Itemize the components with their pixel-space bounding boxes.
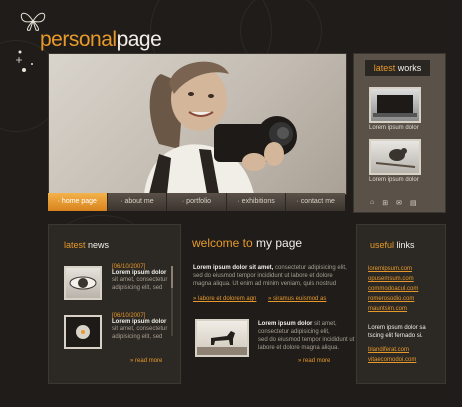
useful-links-text-2: tscing elit fernado si.: [368, 333, 423, 339]
nav-exhibitions-label: exhibitions: [241, 198, 275, 205]
latest-news-title-a: latest: [64, 240, 86, 250]
useful-links-title: useful links: [370, 240, 415, 250]
news-thumbnail-1[interactable]: [64, 266, 102, 300]
hero-photo: [48, 53, 347, 195]
welcome-paragraph-2: Lorem ipsum dolor sit amet, consectetur …: [258, 320, 356, 352]
useful-link-3[interactable]: commodoacul.com: [368, 286, 418, 296]
useful-links-text: Lorem ipsum dolor sa tscing elit fernado…: [368, 324, 426, 340]
nav-about[interactable]: · about me: [108, 193, 168, 211]
useful-links-list: loremipsum.com opusemsum.com commodoacul…: [368, 266, 418, 316]
useful-links-title-b: links: [396, 240, 415, 250]
news-read-more[interactable]: » read more: [130, 358, 162, 364]
useful-links-list-2: blandiferat.com vitaecomodoi.com: [368, 347, 416, 367]
latest-works-icons: ⌂ ⊞ ✉ ▤: [370, 199, 417, 207]
welcome-link-1-label: labore et dolorem agn: [198, 296, 257, 302]
latest-news-title: latest news: [64, 240, 109, 250]
news-thumbnail-2[interactable]: [64, 315, 102, 349]
welcome-link-2[interactable]: » siramus euismod as: [268, 296, 326, 302]
latest-works-title-b: works: [397, 63, 422, 73]
bird-image: [375, 148, 416, 168]
news-item-1: [06/10/2007] Lorem ipsum dolor sit amet,…: [112, 264, 167, 292]
eye-image: [69, 276, 97, 290]
news-item-2: [06/10/2007] Lorem ipsum dolor sit amet,…: [112, 313, 167, 341]
nav-portfolio[interactable]: · portfolio: [167, 193, 227, 211]
news-body-1a: sit amet, consectetur: [112, 277, 168, 283]
welcome-lead-line2: sed do eiusmod tempor incididunt ut labo…: [193, 273, 333, 279]
latest-news-title-b: news: [88, 240, 110, 250]
laptop-image: [373, 95, 417, 117]
page: personalpage · home page · about me · po…: [0, 0, 462, 407]
useful-link-1[interactable]: loremipsum.com: [368, 266, 418, 276]
welcome-title-a: welcome to: [192, 236, 253, 250]
welcome-p2-bold: Lorem ipsum dolor: [258, 321, 313, 327]
useful-link-4[interactable]: romerosodio.com: [368, 296, 418, 306]
welcome-lead-bold: Lorem ipsum dolor sit amet,: [193, 265, 274, 271]
latest-works-title-a: latest: [373, 63, 396, 73]
welcome-title-b: my page: [256, 236, 303, 250]
welcome-link-1[interactable]: » labore et dolorem agn: [193, 296, 256, 302]
nav-portfolio-label: portfolio: [186, 198, 212, 205]
site-logo[interactable]: personalpage: [40, 28, 162, 52]
nav-home-label: home page: [61, 198, 97, 205]
welcome-title: welcome to my page: [192, 236, 302, 250]
news-body-1b: adipisicing elit, sed: [112, 285, 163, 291]
welcome-paragraph-1: Lorem ipsum dolor sit amet, consectetur …: [193, 264, 351, 288]
useful-links-title-a: useful: [370, 240, 395, 250]
nav-contact-label: contact me: [300, 198, 335, 205]
news-scroll-thumb[interactable]: [171, 266, 173, 288]
home-icon[interactable]: ⌂: [370, 199, 374, 207]
nav-home[interactable]: · home page: [48, 193, 108, 211]
work-thumbnail-1[interactable]: [369, 87, 421, 123]
main-nav: · home page · about me · portfolio · exh…: [48, 193, 345, 211]
news-body-2b: adipisicing elit, sed: [112, 334, 163, 340]
welcome-dog-image[interactable]: [195, 319, 249, 357]
latest-works-title: latest works: [365, 60, 430, 76]
work-thumbnail-2[interactable]: [369, 139, 421, 175]
useful-link-6[interactable]: blandiferat.com: [368, 347, 416, 357]
welcome-read-more[interactable]: » read more: [298, 358, 330, 364]
flower-image: [76, 325, 90, 339]
welcome-read-more-label: read more: [303, 358, 331, 364]
latest-works-panel: [353, 53, 446, 213]
welcome-p2-line3: labore et dolore magna aliqua.: [258, 345, 340, 351]
useful-link-2[interactable]: opusemsum.com: [368, 276, 418, 286]
nav-about-label: about me: [124, 198, 154, 205]
mail-icon[interactable]: ✉: [396, 199, 402, 207]
welcome-link-2-label: siramus euismod as: [273, 296, 327, 302]
dog-image: [197, 331, 247, 355]
welcome-lead-line3: magna aliqua. Ut enim ad minim veniam, q…: [193, 281, 337, 287]
work-caption-1: Lorem ipsum dolor: [369, 125, 419, 131]
sparkle-icon: [16, 50, 33, 72]
news-read-more-label: read more: [135, 358, 163, 364]
work-caption-2: Lorem ipsum dolor: [369, 177, 419, 183]
useful-link-5[interactable]: mauntsim.com: [368, 306, 418, 316]
useful-links-text-1: Lorem ipsum dolor sa: [368, 325, 426, 331]
news-body-2a: sit amet, consectetur: [112, 326, 168, 332]
welcome-lead-rest: consectetur adipisicing elit,: [275, 265, 347, 271]
logo-part-1: personal: [40, 28, 117, 51]
nav-contact[interactable]: · contact me: [286, 193, 345, 211]
sitemap-icon[interactable]: ⊞: [382, 199, 388, 207]
logo-part-2: page: [116, 28, 162, 51]
photographer-illustration: [144, 61, 297, 194]
useful-link-7[interactable]: vitaecomodoi.com: [368, 357, 416, 367]
welcome-p2-line2: sed do eiusmod tempor incididunt ut: [258, 337, 355, 343]
print-icon[interactable]: ▤: [410, 199, 417, 207]
nav-exhibitions[interactable]: · exhibitions: [227, 193, 287, 211]
